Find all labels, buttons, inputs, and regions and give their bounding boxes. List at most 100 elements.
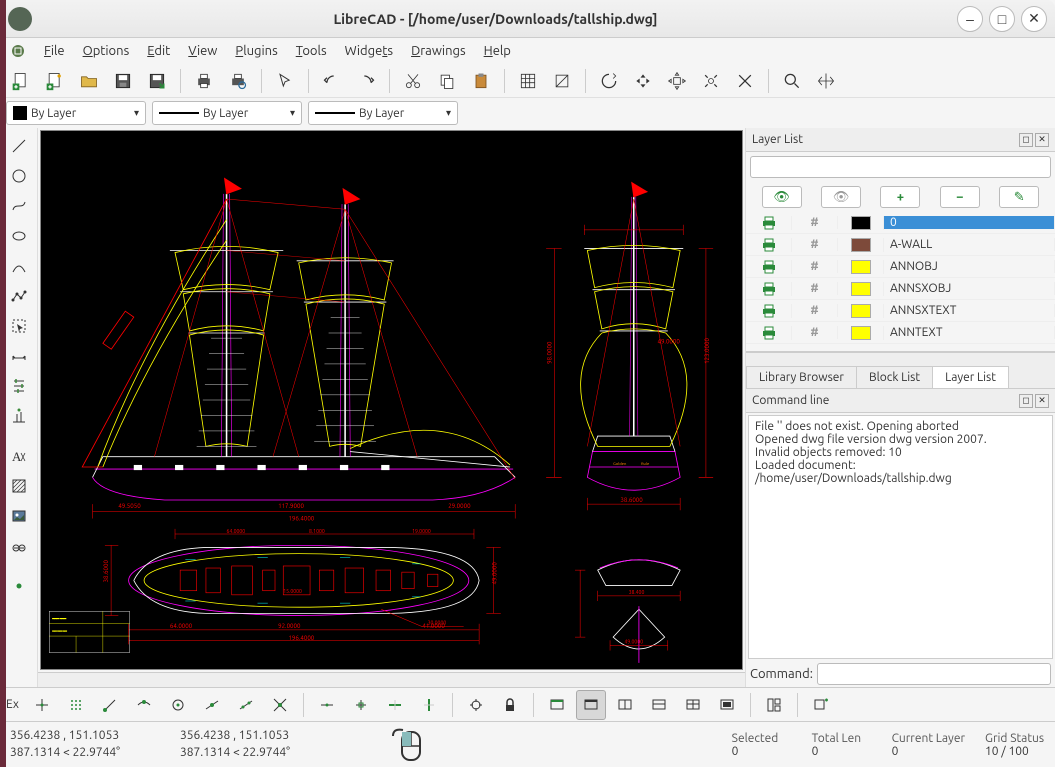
menu-drawings[interactable]: Drawings: [403, 42, 474, 60]
snap-center-button[interactable]: [163, 690, 193, 720]
mtext-tool[interactable]: A: [4, 442, 34, 470]
snap-grid-button[interactable]: [61, 690, 91, 720]
snap-free-button[interactable]: [27, 690, 57, 720]
minimize-button[interactable]: ‒: [957, 6, 983, 32]
pointer-button[interactable]: [270, 66, 300, 96]
redo-button[interactable]: [351, 66, 381, 96]
zoom-redraw-button[interactable]: [594, 66, 624, 96]
layer-name-cell[interactable]: A-WALL: [884, 238, 1055, 251]
grid-button[interactable]: [513, 66, 543, 96]
command-input[interactable]: [817, 663, 1051, 685]
fullscreen-4-button[interactable]: [644, 690, 674, 720]
menu-file[interactable]: File: [36, 42, 73, 60]
snap-intersection-button[interactable]: [265, 690, 295, 720]
layer-name-cell[interactable]: ANNSXTEXT: [884, 304, 1055, 317]
layer-edit-button[interactable]: ✎: [999, 186, 1039, 208]
snap-on-entity-button[interactable]: [129, 690, 159, 720]
canvas-hscroll[interactable]: [38, 672, 745, 687]
copy-button[interactable]: [432, 66, 462, 96]
color-dropdown[interactable]: By Layer ▾: [6, 101, 146, 125]
menu-view[interactable]: View: [180, 42, 225, 60]
layer-add-button[interactable]: +: [880, 186, 920, 208]
print-preview-button[interactable]: [223, 66, 253, 96]
ellipse-tool[interactable]: [4, 222, 34, 250]
layer-name-cell[interactable]: ANNSXOBJ: [884, 282, 1055, 295]
curve-tool[interactable]: [4, 192, 34, 220]
draft-mode-button[interactable]: [547, 66, 577, 96]
fullscreen-2-button[interactable]: [576, 690, 606, 720]
layer-construction-icon[interactable]: #: [792, 216, 838, 229]
zoom-auto-button[interactable]: [696, 66, 726, 96]
block-tool[interactable]: [4, 532, 34, 560]
fullscreen-3-button[interactable]: [610, 690, 640, 720]
layer-row[interactable]: # ANNTEXT: [746, 322, 1055, 344]
modify-tool[interactable]: [4, 372, 34, 400]
layout-button[interactable]: [759, 690, 789, 720]
layer-hscroll[interactable]: [746, 352, 1055, 366]
restrict-orthogonal-button[interactable]: [346, 690, 376, 720]
layer-name-cell[interactable]: ANNTEXT: [884, 326, 1055, 339]
menu-widgets[interactable]: Widgets: [337, 42, 401, 60]
layer-construction-icon[interactable]: #: [792, 282, 838, 295]
new-template-button[interactable]: [40, 66, 70, 96]
layer-filter-input[interactable]: [750, 156, 1051, 178]
layer-construction-icon[interactable]: #: [792, 260, 838, 273]
circle-tool[interactable]: [4, 162, 34, 190]
layer-color-cell[interactable]: [838, 282, 884, 296]
cut-button[interactable]: [398, 66, 428, 96]
menu-tools[interactable]: Tools: [288, 42, 335, 60]
restrict-nothing-button[interactable]: [312, 690, 342, 720]
info-tool[interactable]: [4, 402, 34, 430]
menu-plugins[interactable]: Plugins: [227, 42, 285, 60]
snap-endpoint-button[interactable]: [95, 690, 125, 720]
layer-row[interactable]: #0: [746, 212, 1055, 234]
layer-print-icon[interactable]: [746, 238, 792, 252]
zoom-pan-button[interactable]: [811, 66, 841, 96]
select-tool[interactable]: [4, 312, 34, 340]
layer-print-icon[interactable]: [746, 326, 792, 340]
fullscreen-6-button[interactable]: [712, 690, 742, 720]
layer-print-icon[interactable]: [746, 304, 792, 318]
line-tool[interactable]: [4, 132, 34, 160]
lock-relative-zero-button[interactable]: [495, 690, 525, 720]
undo-button[interactable]: [317, 66, 347, 96]
layer-print-icon[interactable]: [746, 260, 792, 274]
layer-row[interactable]: # ANNSXOBJ: [746, 278, 1055, 300]
layer-hide-all-button[interactable]: 👁: [821, 186, 861, 208]
panel-close-button[interactable]: ✕: [1035, 133, 1049, 147]
maximize-button[interactable]: □: [989, 6, 1015, 32]
zoom-window-button[interactable]: [777, 66, 807, 96]
panel-float-button[interactable]: ◻: [1019, 394, 1033, 408]
new-button[interactable]: [6, 66, 36, 96]
print-button[interactable]: [189, 66, 219, 96]
menu-options[interactable]: Options: [75, 42, 138, 60]
point-tool[interactable]: [4, 572, 34, 600]
layer-remove-button[interactable]: −: [940, 186, 980, 208]
layer-row[interactable]: #ANNSXTEXT: [746, 300, 1055, 322]
layer-print-icon[interactable]: [746, 216, 792, 230]
zoom-previous-button[interactable]: [730, 66, 760, 96]
spline-tool[interactable]: [4, 252, 34, 280]
layer-color-cell[interactable]: [838, 326, 884, 340]
zoom-in-button[interactable]: [628, 66, 658, 96]
layer-construction-icon[interactable]: #: [792, 238, 838, 251]
panel-close-button[interactable]: ✕: [1035, 394, 1049, 408]
dimension-tool[interactable]: [4, 342, 34, 370]
layer-row[interactable]: # ANNOBJ: [746, 256, 1055, 278]
open-button[interactable]: [74, 66, 104, 96]
menu-edit[interactable]: Edit: [139, 42, 178, 60]
layer-construction-icon[interactable]: #: [792, 326, 838, 339]
linewidth-dropdown[interactable]: By Layer ▾: [152, 101, 302, 125]
tab-block-list[interactable]: Block List: [856, 366, 933, 388]
relative-zero-button[interactable]: [461, 690, 491, 720]
layer-print-icon[interactable]: [746, 282, 792, 296]
hatch-tool[interactable]: [4, 472, 34, 500]
snap-distance-button[interactable]: [231, 690, 261, 720]
layer-row[interactable]: # A-WALL: [746, 234, 1055, 256]
layer-color-cell[interactable]: [838, 238, 884, 252]
layer-color-cell[interactable]: [838, 260, 884, 274]
layer-name-cell[interactable]: ANNOBJ: [884, 260, 1055, 273]
layer-color-cell[interactable]: [838, 216, 884, 230]
paste-button[interactable]: [466, 66, 496, 96]
restrict-horizontal-button[interactable]: [380, 690, 410, 720]
